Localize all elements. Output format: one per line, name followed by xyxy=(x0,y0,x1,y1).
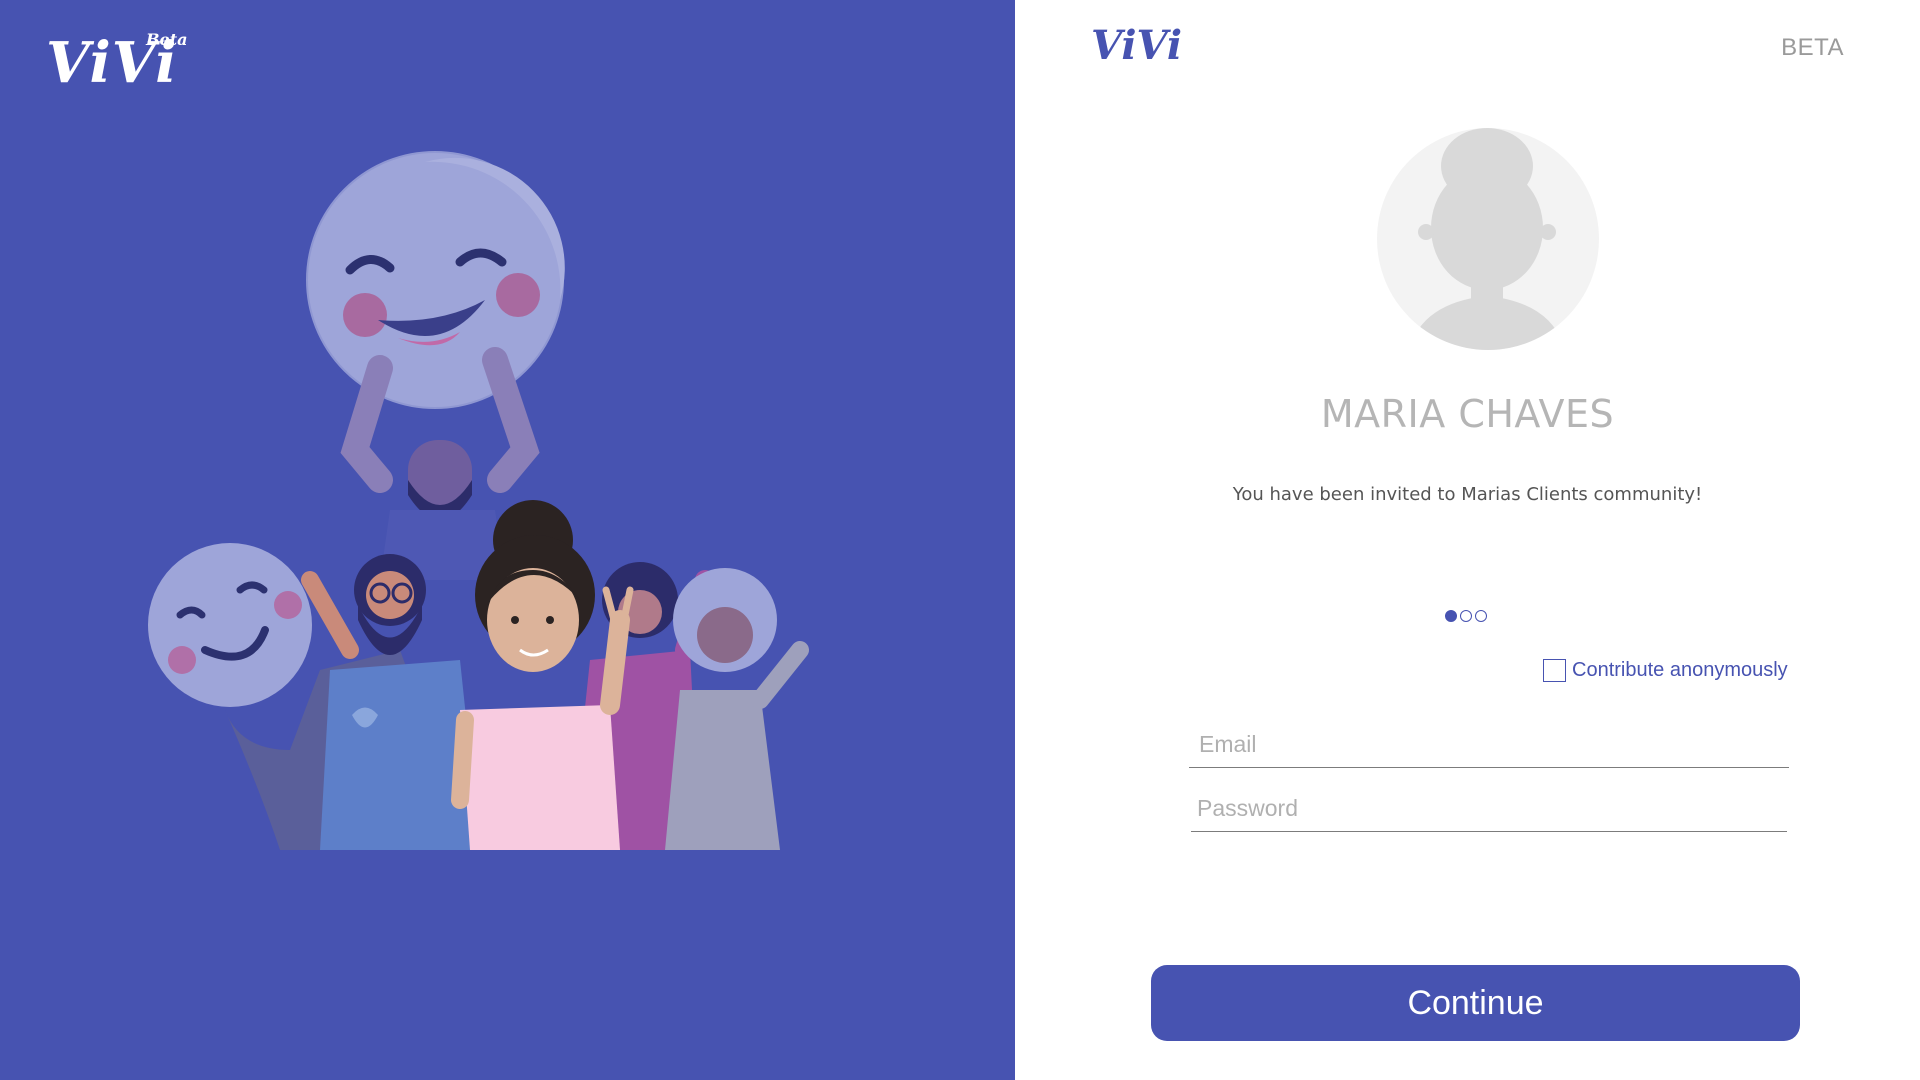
beta-badge: BETA xyxy=(1781,34,1844,61)
anonymous-toggle[interactable]: Contribute anonymously xyxy=(1543,659,1788,682)
anonymous-label[interactable]: Contribute anonymously xyxy=(1572,659,1788,682)
people-celebrating-illustration xyxy=(148,151,809,850)
small-smiley-icon xyxy=(148,543,312,707)
anonymous-checkbox[interactable] xyxy=(1543,659,1566,682)
brand-logo: ViVi xyxy=(1091,22,1183,69)
continue-button[interactable]: Continue xyxy=(1151,965,1800,1041)
step-indicator xyxy=(1445,610,1487,622)
email-field[interactable] xyxy=(1189,722,1789,768)
hero-panel: ViVi Beta xyxy=(0,0,1015,1080)
step-dot-1 xyxy=(1445,610,1457,622)
password-field[interactable] xyxy=(1191,786,1787,832)
step-dot-2 xyxy=(1460,610,1472,622)
invite-message: You have been invited to Marias Clients … xyxy=(1232,484,1703,505)
big-smiley-icon xyxy=(306,151,565,409)
user-silhouette-icon xyxy=(1377,128,1599,350)
signin-panel: ViVi BETA MARIA CHAVES You have been inv… xyxy=(1015,0,1920,1080)
step-dot-3 xyxy=(1475,610,1487,622)
hero-beta-label: Beta xyxy=(146,30,188,49)
invitee-name: MARIA CHAVES xyxy=(1320,392,1615,436)
